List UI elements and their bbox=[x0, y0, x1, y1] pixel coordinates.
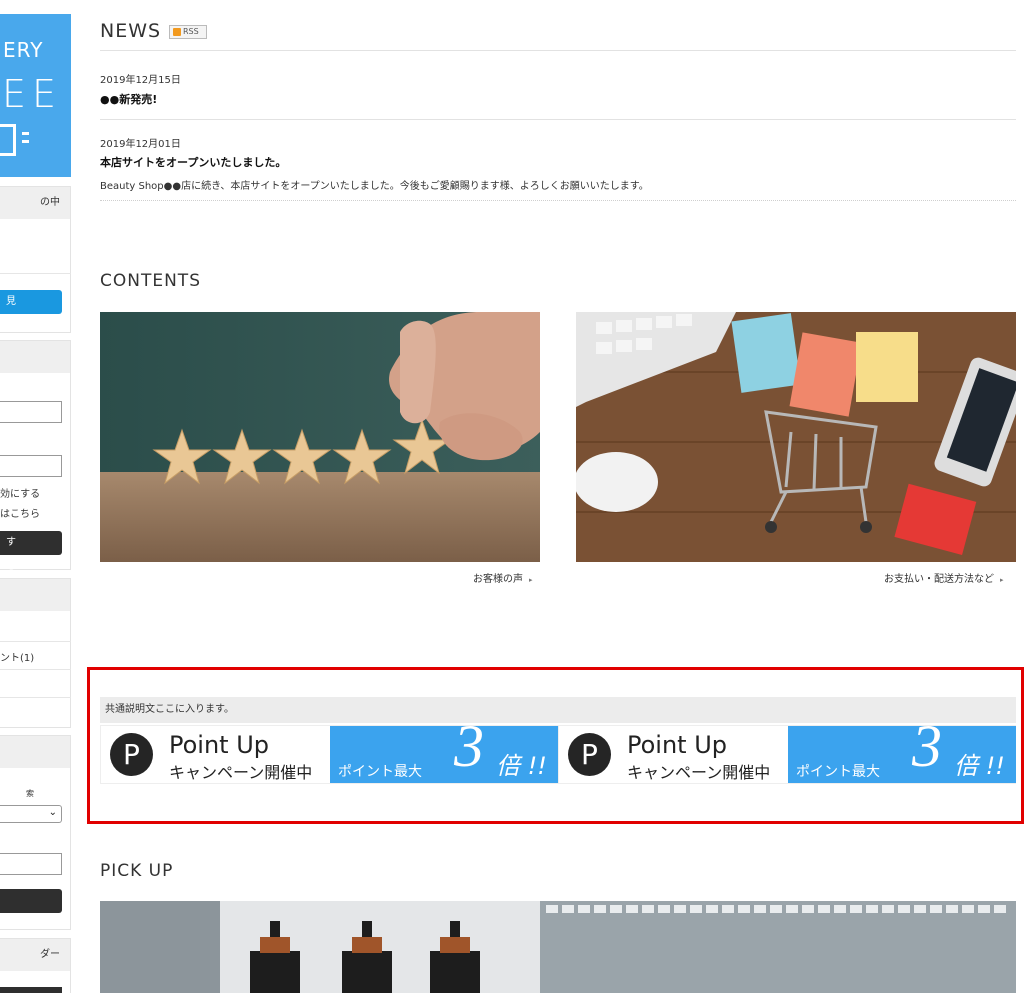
news-title-link[interactable]: 本店サイトをオープンいたしました。 bbox=[100, 154, 286, 170]
search-category-select[interactable]: ⌄ bbox=[0, 805, 62, 823]
shopping-cart-photo bbox=[576, 312, 1016, 562]
triangle-right-icon: ▸ bbox=[1000, 576, 1004, 584]
banner-subline: キャンペーン開催中 bbox=[627, 763, 771, 782]
customer-reviews-link[interactable]: お客様の声 ▸ bbox=[473, 570, 533, 585]
news-date: 2019年12月15日 bbox=[100, 75, 181, 86]
five-stars-photo bbox=[100, 312, 540, 562]
search-heading bbox=[0, 736, 70, 768]
login-button[interactable]: する bbox=[0, 531, 62, 572]
search-keyword-input[interactable] bbox=[0, 853, 62, 875]
banner-multiplier: 3 bbox=[912, 726, 942, 779]
rss-button[interactable]: RSS bbox=[169, 25, 207, 39]
news-heading: NEWS bbox=[100, 20, 162, 42]
pickup-heading: PICK UP bbox=[100, 861, 174, 881]
banner-blue-panel: ポイント最大 3 倍 !! bbox=[330, 726, 558, 783]
rss-icon bbox=[173, 28, 181, 36]
view-cart-button[interactable]: 見る bbox=[0, 290, 62, 331]
banner-blue-panel: ポイント最大 3 倍 !! bbox=[788, 726, 1016, 783]
logo-text-line2: EE bbox=[2, 72, 63, 116]
category-item[interactable]: ント(1) bbox=[0, 649, 34, 664]
chevron-down-icon: ⌄ bbox=[48, 807, 57, 818]
cosmetics-bottles-photo bbox=[100, 901, 1016, 993]
payment-shipping-caption: お支払い・配送方法など bbox=[884, 574, 994, 585]
sidebar: ERY EE の中 見る 効にする はこちら する ント(1) 索 ⌄ ダー bbox=[0, 0, 72, 993]
divider bbox=[0, 697, 71, 698]
search-widget: 索 ⌄ bbox=[0, 735, 71, 930]
contents-heading: CONTENTS bbox=[100, 271, 201, 291]
calendar-widget: ダー bbox=[0, 938, 71, 993]
news-body: Beauty Shop●●店に続き、本店サイトをオープンいたしました。今後もご愛… bbox=[100, 181, 649, 192]
category-widget: ント(1) bbox=[0, 578, 71, 728]
logo-dash-icon bbox=[22, 140, 29, 143]
cart-heading: の中 bbox=[0, 187, 70, 219]
customer-reviews-caption: お客様の声 bbox=[473, 574, 523, 585]
divider bbox=[0, 641, 71, 642]
calendar-heading: ダー bbox=[0, 939, 70, 971]
forgot-password-link[interactable]: はこちら bbox=[0, 505, 40, 520]
shop-logo[interactable]: ERY EE bbox=[0, 14, 71, 177]
category-heading bbox=[0, 579, 70, 611]
banner-description: 共通説明文ここに入ります。 bbox=[100, 697, 1016, 723]
logo-text-line1: ERY bbox=[3, 38, 44, 62]
login-widget: 効にする はこちら する bbox=[0, 340, 71, 572]
login-id-input[interactable] bbox=[0, 401, 62, 423]
payment-shipping-image[interactable] bbox=[576, 312, 1016, 562]
divider bbox=[0, 669, 71, 670]
point-up-banner[interactable]: P Point Up キャンペーン開催中 ポイント最大 3 倍 !! bbox=[100, 725, 558, 784]
divider bbox=[100, 200, 1016, 201]
search-label: 索 bbox=[26, 789, 34, 798]
pickup-image[interactable] bbox=[100, 901, 1016, 993]
point-p-icon: P bbox=[110, 733, 153, 776]
calendar-bar bbox=[0, 987, 62, 993]
divider bbox=[0, 273, 71, 274]
point-p-icon: P bbox=[568, 733, 611, 776]
news-date: 2019年12月01日 bbox=[100, 139, 181, 150]
triangle-right-icon: ▸ bbox=[529, 576, 533, 584]
banner-point-max: ポイント最大 bbox=[796, 764, 880, 780]
payment-shipping-link[interactable]: お支払い・配送方法など ▸ bbox=[884, 570, 1004, 585]
banner-multiplier: 3 bbox=[454, 726, 484, 779]
divider bbox=[100, 50, 1016, 51]
point-up-banner[interactable]: P Point Up キャンペーン開催中 ポイント最大 3 倍 !! bbox=[558, 725, 1016, 784]
banner-headline: Point Up bbox=[627, 731, 728, 759]
login-password-input[interactable] bbox=[0, 455, 62, 477]
remember-login-label[interactable]: 効にする bbox=[0, 485, 40, 500]
banner-headline: Point Up bbox=[169, 731, 270, 759]
logo-box-icon bbox=[0, 124, 16, 156]
login-heading bbox=[0, 341, 70, 373]
banner-subline: キャンペーン開催中 bbox=[169, 763, 313, 782]
divider bbox=[100, 119, 1016, 120]
customer-reviews-image[interactable] bbox=[100, 312, 540, 562]
banner-times: 倍 !! bbox=[496, 752, 547, 780]
search-button[interactable] bbox=[0, 889, 62, 913]
cart-widget: の中 見る bbox=[0, 186, 71, 333]
banner-times: 倍 !! bbox=[954, 752, 1005, 780]
rss-label: RSS bbox=[183, 27, 199, 36]
logo-dash-icon bbox=[22, 132, 29, 135]
banner-point-max: ポイント最大 bbox=[338, 764, 422, 780]
news-title-link[interactable]: ●●新発売! bbox=[100, 91, 157, 107]
